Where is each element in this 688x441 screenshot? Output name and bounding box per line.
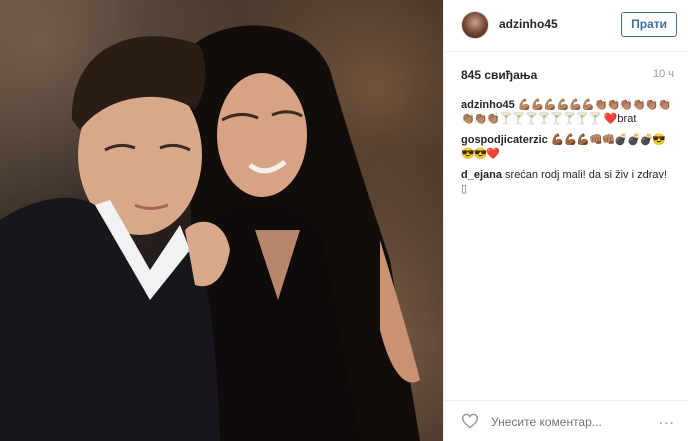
comment-text: ❤️brat [603,113,637,125]
comment-glyph: ▯ [461,183,468,195]
follow-button[interactable]: Прати [621,12,677,37]
post-photo[interactable] [0,0,443,441]
post-header: adzinho45 Прати [444,0,688,52]
avatar[interactable] [461,11,489,39]
comment-bar: ... [444,400,688,441]
comment: adzinho45 💪🏽💪🏽💪🏽💪🏽💪🏽💪🏽👏🏽👏🏽👏🏽👏🏽👏🏽👏🏽 👏🏽👏🏽👏… [461,98,675,126]
more-options-icon[interactable]: ... [659,411,675,429]
comment-emoji: 😎😎❤️ [461,148,500,160]
username-link[interactable]: adzinho45 [499,17,558,31]
selfie-illustration [0,25,420,441]
post-sidebar: adzinho45 Прати 845 свиђања 10 ч adzinho… [443,0,688,441]
likes-count[interactable]: 845 свиђања [461,68,537,82]
comment: d_ejana srećan rodj mali! da si živ i zd… [461,168,675,196]
comment-text: srećan rodj mali! da si živ i zdrav! [505,169,668,181]
comment: gospodjicaterzic 💪🏾💪🏾💪🏾👊🏽👊🏽💣💣💣😎 😎😎❤️ [461,133,675,161]
comment-input[interactable] [489,411,653,433]
heart-outline-icon[interactable] [461,413,479,429]
post-time[interactable]: 10 ч [653,68,674,80]
comment-user[interactable]: d_ejana [461,169,502,181]
comment-user[interactable]: adzinho45 [461,99,515,111]
instagram-post: adzinho45 Прати 845 свиђања 10 ч adzinho… [0,0,688,441]
comment-emoji: 👏🏽👏🏽👏🏽🍸🍸🍸🍸🍸🍸🍸🍸 [461,113,602,125]
comment-emoji: 💪🏾💪🏾💪🏾👊🏽👊🏽💣💣💣😎 [550,134,666,146]
comment-emoji: 💪🏽💪🏽💪🏽💪🏽💪🏽💪🏽👏🏽👏🏽👏🏽👏🏽👏🏽👏🏽 [517,99,671,111]
comment-user[interactable]: gospodjicaterzic [461,134,548,146]
post-meta: 845 свиђања 10 ч [461,68,674,82]
comments-list: adzinho45 💪🏽💪🏽💪🏽💪🏽💪🏽💪🏽👏🏽👏🏽👏🏽👏🏽👏🏽👏🏽 👏🏽👏🏽👏… [461,98,675,203]
